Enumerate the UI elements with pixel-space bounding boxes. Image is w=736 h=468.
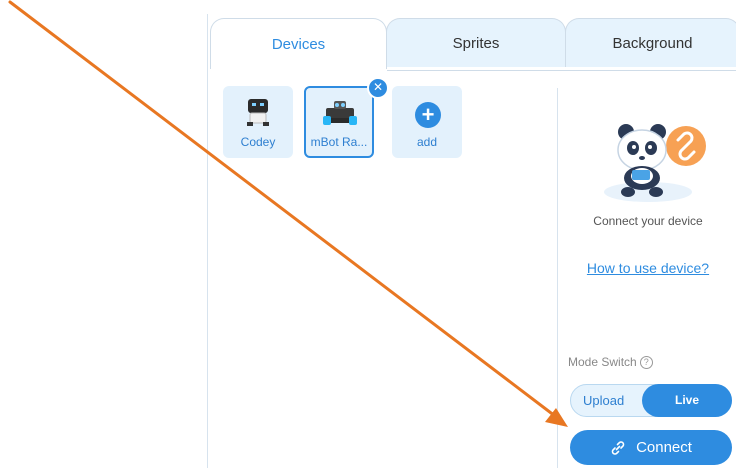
add-device-button[interactable]: + add xyxy=(392,86,462,158)
how-to-use-device-link[interactable]: How to use device? xyxy=(558,260,736,276)
question-icon[interactable]: ? xyxy=(639,356,653,370)
tab-divider xyxy=(387,70,736,71)
connection-sidebar: Connect your device How to use device? M… xyxy=(557,88,736,468)
device-panel: Devices Sprites Background Codey mBot Ra… xyxy=(207,14,736,468)
panda-illustration xyxy=(604,124,706,202)
device-codey-label: Codey xyxy=(240,135,276,149)
device-mbot-ranger-label: mBot Ra... xyxy=(310,135,368,149)
mbot-ranger-robot-icon xyxy=(323,101,357,125)
tab-bar: Devices Sprites Background xyxy=(208,18,736,71)
codey-robot-icon xyxy=(247,99,269,126)
mode-switch[interactable]: Upload Live xyxy=(570,384,732,417)
mode-live-option[interactable]: Live xyxy=(642,384,732,417)
tab-sprites[interactable]: Sprites xyxy=(386,18,566,67)
connect-button[interactable]: Connect xyxy=(570,430,732,465)
close-icon: ✕ xyxy=(372,80,384,94)
tab-background[interactable]: Background xyxy=(565,18,736,67)
mode-switch-label-text: Mode Switch xyxy=(568,355,637,369)
device-mbot-ranger[interactable]: mBot Ra... xyxy=(304,86,374,158)
connect-button-label: Connect xyxy=(636,439,692,456)
device-codey[interactable]: Codey xyxy=(223,86,293,158)
link-icon xyxy=(611,440,625,455)
mode-upload-option[interactable]: Upload xyxy=(583,385,624,416)
plus-icon: + xyxy=(415,102,441,128)
connect-your-device-text: Connect your device xyxy=(593,214,703,228)
tab-devices[interactable]: Devices xyxy=(210,18,387,69)
remove-device-button[interactable]: ✕ xyxy=(367,77,389,99)
mode-switch-label: Mode Switch? xyxy=(568,355,653,370)
add-device-label: add xyxy=(416,135,438,149)
